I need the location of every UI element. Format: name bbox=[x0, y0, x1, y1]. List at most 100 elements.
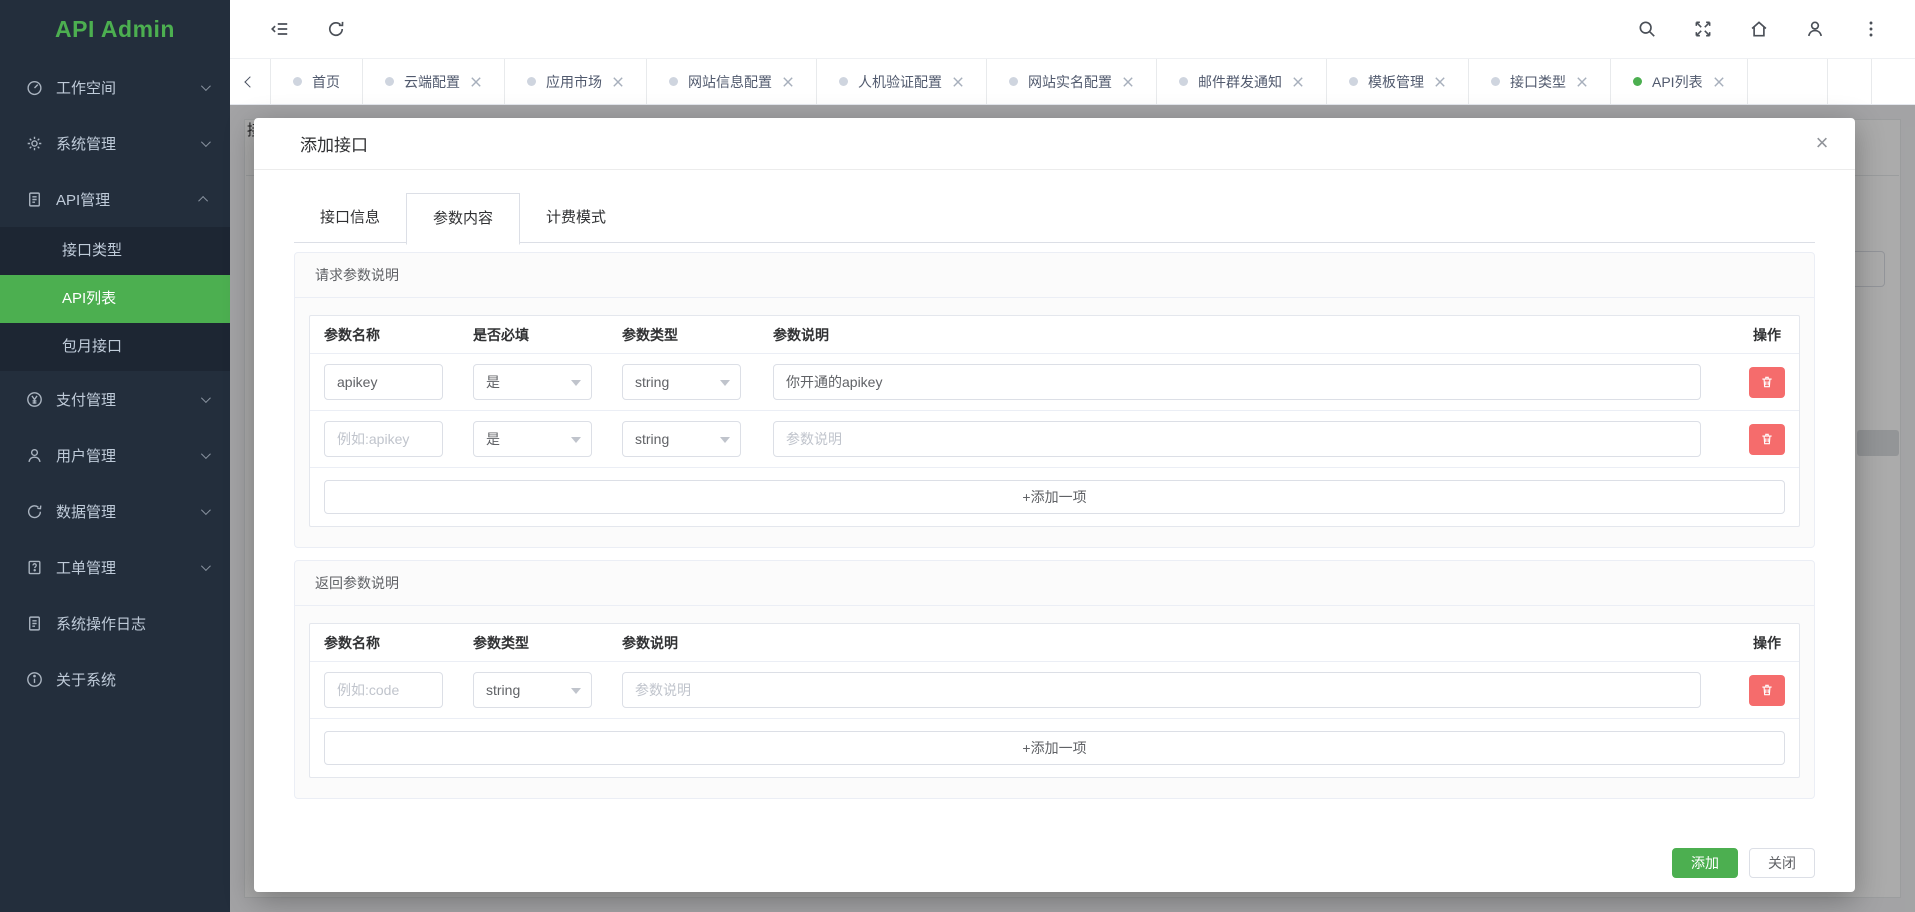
tab-parameter-content[interactable]: 参数内容 bbox=[406, 193, 520, 245]
submit-button[interactable]: 添加 bbox=[1672, 848, 1738, 878]
add-response-param-button[interactable]: +添加一项 bbox=[324, 731, 1785, 765]
chevron-down-icon bbox=[201, 393, 211, 403]
close-icon[interactable] bbox=[782, 76, 794, 88]
sidebar-item-about[interactable]: 关于系统 bbox=[0, 651, 230, 707]
add-request-param-button[interactable]: +添加一项 bbox=[324, 480, 1785, 514]
about-icon bbox=[26, 671, 43, 688]
close-icon[interactable] bbox=[952, 76, 964, 88]
tabs-scroll-left-button[interactable] bbox=[230, 59, 270, 104]
tab-api-list[interactable]: API列表 bbox=[1611, 59, 1748, 104]
close-icon[interactable] bbox=[612, 76, 624, 88]
close-icon[interactable] bbox=[1292, 76, 1304, 88]
refresh-icon[interactable] bbox=[326, 19, 346, 39]
table-header-row: 参数名称 是否必填 参数类型 参数说明 操作 bbox=[310, 316, 1799, 354]
chevron-down-icon bbox=[201, 505, 211, 515]
col-header-required: 是否必填 bbox=[473, 325, 592, 345]
tabs-menu-button[interactable] bbox=[1871, 59, 1915, 104]
tab-realname-config[interactable]: 网站实名配置 bbox=[987, 59, 1157, 104]
param-type-select[interactable]: string bbox=[622, 364, 741, 400]
tab-label: 模板管理 bbox=[1368, 72, 1424, 92]
sidebar-item-monthly-interface[interactable]: 包月接口 bbox=[0, 323, 230, 371]
dialog-header: 添加接口 bbox=[254, 118, 1855, 170]
param-name-input[interactable] bbox=[324, 364, 443, 400]
col-header-desc: 参数说明 bbox=[773, 325, 1701, 345]
close-icon[interactable] bbox=[470, 76, 482, 88]
menu-fold-icon[interactable] bbox=[270, 19, 290, 39]
chevron-down-icon bbox=[201, 449, 211, 459]
home-icon[interactable] bbox=[1749, 19, 1769, 39]
tab-label: 应用市场 bbox=[546, 72, 602, 92]
col-header-action: 操作 bbox=[1749, 325, 1785, 345]
tab-site-info-config[interactable]: 网站信息配置 bbox=[647, 59, 817, 104]
sidebar-item-users[interactable]: 用户管理 bbox=[0, 427, 230, 483]
sidebar-item-label: 工作空间 bbox=[56, 77, 201, 98]
trash-icon bbox=[1760, 375, 1774, 389]
tabs-scroll-right-button[interactable] bbox=[1827, 59, 1871, 104]
tab-captcha-config[interactable]: 人机验证配置 bbox=[817, 59, 987, 104]
tab-cloud-config[interactable]: 云端配置 bbox=[363, 59, 505, 104]
sidebar-item-label: 系统管理 bbox=[56, 133, 201, 154]
sidebar-item-api-management[interactable]: API管理 bbox=[0, 171, 230, 227]
tab-dot bbox=[1009, 77, 1018, 86]
col-header-desc: 参数说明 bbox=[622, 633, 1701, 653]
dialog-footer: 添加 关闭 bbox=[1672, 848, 1815, 878]
sidebar-item-operation-log[interactable]: 系统操作日志 bbox=[0, 595, 230, 651]
param-desc-input[interactable] bbox=[622, 672, 1701, 708]
fullscreen-icon[interactable] bbox=[1693, 19, 1713, 39]
select-value: string bbox=[635, 431, 669, 447]
trash-icon bbox=[1760, 683, 1774, 697]
param-required-select[interactable]: 是 bbox=[473, 364, 592, 400]
sidebar-item-interface-type[interactable]: 接口类型 bbox=[0, 227, 230, 275]
close-icon[interactable] bbox=[1434, 76, 1446, 88]
close-button[interactable]: 关闭 bbox=[1749, 848, 1815, 878]
add-interface-dialog: 添加接口 × 接口信息 参数内容 计费模式 请求参数说明 参数名称 是否必填 参… bbox=[254, 118, 1855, 892]
param-type-select[interactable]: string bbox=[622, 421, 741, 457]
param-desc-input[interactable] bbox=[773, 364, 1701, 400]
sidebar-item-api-list[interactable]: API列表 bbox=[0, 275, 230, 323]
tab-interface-info[interactable]: 接口信息 bbox=[294, 193, 406, 243]
dialog-close-button[interactable]: × bbox=[1807, 128, 1837, 158]
table-row: 是 string bbox=[310, 354, 1799, 411]
sidebar-item-workspace[interactable]: 工作空间 bbox=[0, 59, 230, 115]
sidebar-item-label: 工单管理 bbox=[56, 557, 201, 578]
sidebar-item-payment[interactable]: 支付管理 bbox=[0, 371, 230, 427]
close-icon[interactable] bbox=[1713, 76, 1725, 88]
close-icon[interactable] bbox=[1576, 76, 1588, 88]
tab-dot bbox=[1179, 77, 1188, 86]
param-name-input[interactable] bbox=[324, 672, 443, 708]
delete-row-button[interactable] bbox=[1749, 367, 1785, 398]
table-row: string bbox=[310, 662, 1799, 719]
document-icon bbox=[26, 191, 43, 208]
tab-dot bbox=[1633, 77, 1642, 86]
response-params-title: 返回参数说明 bbox=[295, 561, 1814, 606]
sidebar-item-label: 系统操作日志 bbox=[56, 613, 208, 634]
sidebar-item-tickets[interactable]: 工单管理 bbox=[0, 539, 230, 595]
sidebar-item-label: 用户管理 bbox=[56, 445, 201, 466]
tab-home[interactable]: 首页 bbox=[270, 59, 363, 104]
tab-app-market[interactable]: 应用市场 bbox=[505, 59, 647, 104]
more-icon[interactable] bbox=[1861, 19, 1881, 39]
tab-template-management[interactable]: 模板管理 bbox=[1327, 59, 1469, 104]
sidebar-item-data[interactable]: 数据管理 bbox=[0, 483, 230, 539]
col-header-name: 参数名称 bbox=[324, 633, 443, 653]
tab-interface-type[interactable]: 接口类型 bbox=[1469, 59, 1611, 104]
delete-row-button[interactable] bbox=[1749, 675, 1785, 706]
tab-dot bbox=[669, 77, 678, 86]
sidebar-item-system[interactable]: 系统管理 bbox=[0, 115, 230, 171]
user-icon bbox=[26, 447, 43, 464]
param-required-select[interactable]: 是 bbox=[473, 421, 592, 457]
tab-billing-mode[interactable]: 计费模式 bbox=[520, 193, 632, 243]
tab-mass-mail[interactable]: 邮件群发通知 bbox=[1157, 59, 1327, 104]
request-params-title: 请求参数说明 bbox=[295, 253, 1814, 298]
select-value: string bbox=[635, 374, 669, 390]
param-desc-input[interactable] bbox=[773, 421, 1701, 457]
tab-dot bbox=[1349, 77, 1358, 86]
close-icon[interactable] bbox=[1122, 76, 1134, 88]
search-icon[interactable] bbox=[1637, 19, 1657, 39]
param-type-select[interactable]: string bbox=[473, 672, 592, 708]
delete-row-button[interactable] bbox=[1749, 424, 1785, 455]
user-icon[interactable] bbox=[1805, 19, 1825, 39]
tab-label: 邮件群发通知 bbox=[1198, 72, 1282, 92]
param-name-input[interactable] bbox=[324, 421, 443, 457]
tab-label: 接口类型 bbox=[1510, 72, 1566, 92]
